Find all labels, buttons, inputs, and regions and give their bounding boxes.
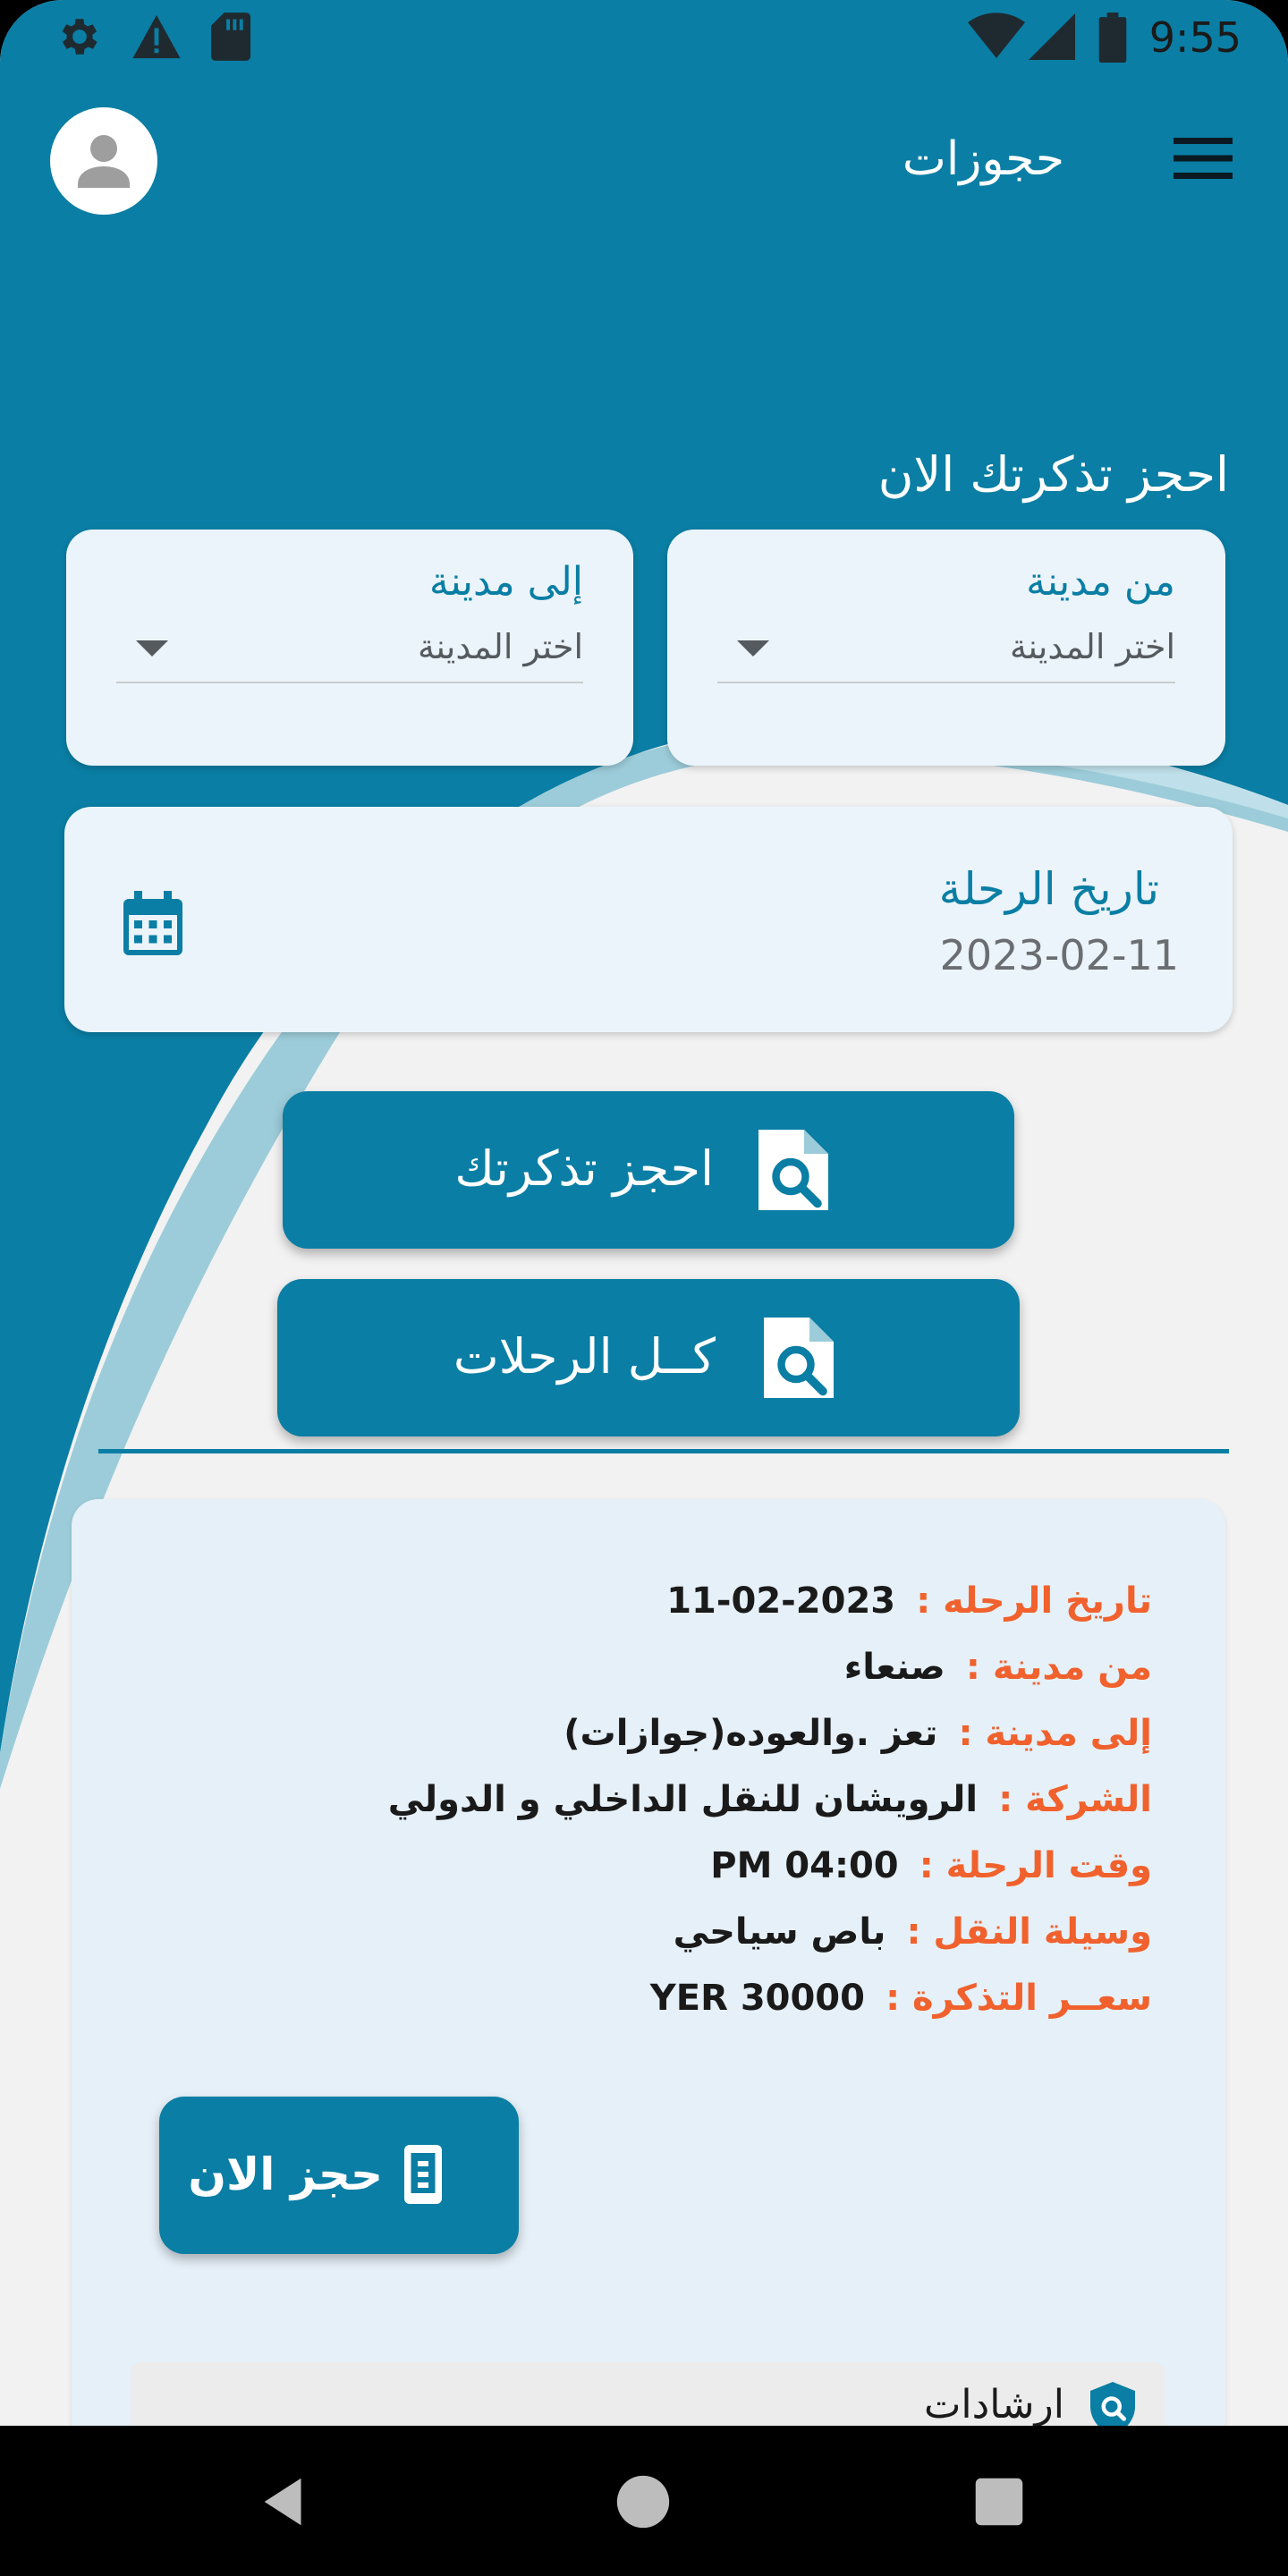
search-document-icon xyxy=(758,1130,828,1210)
settings-icon xyxy=(62,19,97,55)
trip-row-key: وسيلة النقل : xyxy=(906,1911,1152,1953)
dropdown-arrow-icon xyxy=(136,640,168,657)
recents-icon[interactable] xyxy=(968,2470,1030,2533)
wifi-icon xyxy=(968,13,1025,59)
sd-card-icon xyxy=(211,13,250,61)
profile-avatar-button[interactable] xyxy=(50,107,157,215)
from-city-value: اختر المدينة xyxy=(1009,627,1175,666)
book-ticket-label: احجز تذكرتك xyxy=(454,1140,714,1197)
trip-row-value: PM 04:00 xyxy=(710,1845,899,1886)
system-navigation-bar xyxy=(0,2426,1288,2576)
book-now-label: حجز الان xyxy=(188,2148,383,2200)
trip-row-key: الشركة : xyxy=(998,1779,1152,1820)
trip-row-key: وقت الرحلة : xyxy=(919,1845,1152,1886)
to-city-dropdown[interactable]: اختر المدينة xyxy=(116,619,583,683)
from-city-dropdown[interactable]: اختر المدينة xyxy=(717,619,1175,683)
from-city-label: من مدينة xyxy=(1026,559,1175,605)
trip-row-value: تعز .والعوده(جوازات) xyxy=(564,1713,938,1754)
status-bar: 9:55 xyxy=(0,0,1288,75)
warning-icon xyxy=(132,14,181,59)
search-document-icon xyxy=(764,1318,834,1398)
trip-row-key: إلى مدينة : xyxy=(958,1713,1152,1754)
hamburger-menu-icon[interactable] xyxy=(1174,136,1233,181)
all-trips-button[interactable]: كــل الرحلات xyxy=(277,1279,1020,1436)
trip-row-time: وقت الرحلة : PM 04:00 xyxy=(710,1839,1152,1893)
back-icon[interactable] xyxy=(254,2470,317,2533)
calendar-icon[interactable] xyxy=(123,891,182,955)
all-trips-label: كــل الرحلات xyxy=(453,1328,716,1385)
trip-row-to-city: إلى مدينة : تعز .والعوده(جوازات) xyxy=(564,1707,1152,1760)
trip-row-key: من مدينة : xyxy=(965,1647,1152,1688)
shield-search-icon xyxy=(1090,2382,1135,2426)
section-divider xyxy=(98,1449,1229,1453)
guidelines-section[interactable]: ارشادات xyxy=(131,2362,1165,2426)
trip-row-date: تاريخ الرحله : 2023-02-11 xyxy=(666,1574,1152,1628)
trip-row-key: تاريخ الرحله : xyxy=(916,1580,1152,1622)
trip-row-value: صنعاء xyxy=(843,1647,945,1688)
trip-date-value: 2023-02-11 xyxy=(939,931,1179,979)
booking-heading: احجز تذكرتك الان xyxy=(877,446,1229,503)
from-city-card: من مدينة اختر المدينة xyxy=(667,530,1225,766)
person-icon xyxy=(78,135,130,188)
app-bar: حجوزات xyxy=(0,75,1288,254)
app-title: حجوزات xyxy=(902,132,1064,186)
guidelines-label: ارشادات xyxy=(924,2382,1064,2426)
trip-row-from-city: من مدينة : صنعاء xyxy=(844,1640,1152,1694)
trip-row-value: الرويشان للنقل الداخلي و الدولي xyxy=(387,1779,979,1820)
trip-row-key: سعــر التذكرة : xyxy=(886,1978,1152,2019)
book-now-button[interactable]: حجز الان xyxy=(159,2097,519,2254)
book-ticket-button[interactable]: احجز تذكرتك xyxy=(283,1091,1014,1249)
to-city-value: اختر المدينة xyxy=(417,627,583,666)
trip-row-company: الشركة : الرويشان للنقل الداخلي و الدولي xyxy=(388,1773,1152,1826)
status-clock: 9:55 xyxy=(1148,13,1241,62)
battery-icon xyxy=(1098,13,1127,63)
trip-date-picker[interactable]: تاريخ الرحلة 2023-02-11 xyxy=(64,807,1233,1032)
trip-row-transport: وسيلة النقل : باص سياحي xyxy=(674,1905,1152,1959)
trip-card: تاريخ الرحله : 2023-02-11 من مدينة : صنع… xyxy=(72,1499,1225,2426)
app-screen: 9:55 حجوزات احجز تذكرتك الان من مدينة اخ… xyxy=(0,0,1288,2426)
trip-row-value: باص سياحي xyxy=(673,1911,886,1953)
signal-icon xyxy=(1029,13,1075,60)
trip-row-price: سعــر التذكرة : YER 30000 xyxy=(650,1971,1152,2025)
trip-row-value: 2023-02-11 xyxy=(666,1580,896,1622)
phone-icon xyxy=(404,2145,442,2204)
trip-date-label: تاريخ الرحلة xyxy=(938,863,1159,915)
trip-row-value: YER 30000 xyxy=(649,1978,865,2019)
home-icon[interactable] xyxy=(612,2470,674,2533)
dropdown-arrow-icon xyxy=(737,640,769,657)
to-city-label: إلى مدينة xyxy=(428,559,583,605)
to-city-card: إلى مدينة اختر المدينة xyxy=(66,530,633,766)
